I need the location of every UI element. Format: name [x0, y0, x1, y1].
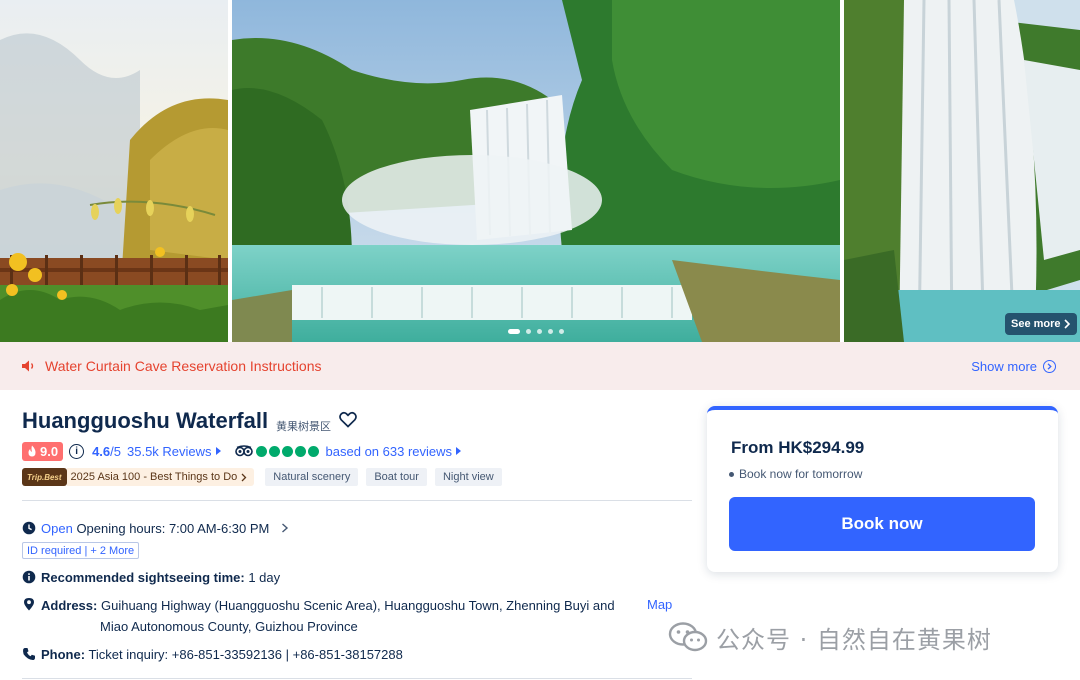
tripadvisor-bubble-4: [294, 445, 306, 457]
chevron-right-icon: [241, 473, 247, 481]
price-from: From HK$294.99: [731, 438, 865, 457]
flame-icon: [28, 445, 36, 457]
gallery-dot-4[interactable]: [548, 329, 553, 334]
user-rating-value: 4.6: [92, 443, 111, 459]
phone-value: Ticket inquiry: +86-851-33592136 | +86-8…: [88, 646, 403, 662]
book-now-button[interactable]: Book now: [729, 497, 1035, 551]
booking-note-text: Book now for tomorrow: [739, 467, 863, 481]
gallery-photo-side-waterfall[interactable]: [844, 0, 1080, 342]
tag-natural-scenery[interactable]: Natural scenery: [265, 468, 359, 486]
trip-score-badge: 9.0: [22, 441, 64, 461]
sightseeing-time-row: Recommended sightseeing time: 1 day: [22, 568, 280, 586]
location-pin-icon: [24, 598, 34, 611]
reservation-notice-bar: Water Curtain Cave Reservation Instructi…: [0, 342, 1080, 390]
rating-row: 9.0 i 4.6 /5 35.5k Reviews based on 633 …: [22, 441, 462, 461]
chevron-right-icon: [1063, 319, 1070, 329]
gallery-photo-mist-valley[interactable]: [0, 0, 228, 342]
section-divider-bottom: [22, 678, 692, 679]
tripadvisor-reviews-link[interactable]: based on 633 reviews: [326, 444, 452, 459]
opening-hours-row[interactable]: Open Opening hours: 7:00 AM-6:30 PM: [22, 519, 289, 537]
tripadvisor-bubble-5: [307, 445, 319, 457]
trip-score-value: 9.0: [40, 443, 59, 459]
booking-card: From HK$294.99 Book now for tomorrow Boo…: [707, 406, 1058, 572]
gallery-dot-2[interactable]: [526, 329, 531, 334]
attraction-title-chinese: 黄果树景区: [276, 421, 331, 433]
tripadvisor-bubbles: [255, 445, 319, 457]
tripadvisor-bubble-3: [281, 445, 293, 457]
tag-row: Trip.Best 2025 Asia 100 - Best Things to…: [22, 467, 502, 487]
address-line-2: Miao Autonomous County, Guizhou Province: [100, 619, 358, 634]
section-divider: [22, 500, 692, 501]
phone-row: Phone: Ticket inquiry: +86-851-33592136 …: [22, 645, 403, 663]
gallery-photo-main-waterfall[interactable]: [232, 0, 840, 342]
phone-label: Phone:: [41, 646, 86, 662]
see-more-label: See more: [1011, 318, 1061, 330]
open-status: Open: [41, 520, 73, 536]
gallery-dot-5[interactable]: [559, 329, 564, 334]
tripadvisor-bubble-2: [268, 445, 280, 457]
wechat-logo-icon: [668, 622, 708, 652]
map-link[interactable]: Map: [647, 597, 672, 612]
notice-text[interactable]: Water Curtain Cave Reservation Instructi…: [45, 358, 321, 374]
info-filled-icon: [22, 570, 36, 584]
favorite-heart-icon[interactable]: [339, 411, 357, 428]
triangle-right-icon: [456, 447, 462, 455]
booking-note: Book now for tomorrow: [729, 467, 862, 481]
trip-best-badge: Trip.Best: [22, 468, 67, 486]
info-icon[interactable]: i: [69, 443, 85, 459]
address-line-1: Guihuang Highway (Huangguoshu Scenic Are…: [100, 598, 615, 613]
requirements-badge[interactable]: ID required | + 2 More: [22, 542, 140, 559]
show-more-label: Show more: [971, 359, 1037, 374]
sightseeing-label: Recommended sightseeing time:: [41, 569, 245, 585]
see-more-photos-button[interactable]: See more: [1005, 313, 1077, 335]
photo-gallery[interactable]: See more: [0, 0, 1080, 342]
gallery-dot-3[interactable]: [537, 329, 542, 334]
chevron-right-icon: [282, 523, 289, 533]
trip-best-ranking-link[interactable]: 2025 Asia 100 - Best Things to Do: [66, 468, 255, 486]
attraction-title: Huangguoshu Waterfall: [22, 408, 269, 433]
watermark-text: 公众号 · 自然自在黄果树: [716, 625, 992, 654]
tag-boat-tour[interactable]: Boat tour: [366, 468, 427, 486]
address-label: Address:: [41, 598, 98, 613]
opening-hours: Opening hours: 7:00 AM-6:30 PM: [76, 520, 270, 536]
circle-chevron-right-icon: [1043, 360, 1056, 373]
gallery-dot-1[interactable]: [508, 329, 520, 334]
show-more-link[interactable]: Show more: [971, 359, 1056, 374]
clock-icon: [22, 521, 36, 535]
tag-night-view[interactable]: Night view: [434, 468, 502, 486]
address-row: Address: Guihuang Highway (Huangguoshu S…: [22, 595, 622, 637]
user-rating-scale: /5: [110, 443, 121, 459]
speaker-icon: [22, 360, 34, 372]
tripadvisor-owl-icon: [234, 445, 253, 457]
reviews-link[interactable]: 35.5k Reviews: [127, 444, 212, 459]
wechat-watermark: 公众号 · 自然自在黄果树: [668, 620, 992, 654]
trip-best-ranking-label: 2025 Asia 100 - Best Things to Do: [70, 471, 238, 483]
triangle-right-icon: [215, 447, 221, 455]
tripadvisor-bubble-1: [255, 445, 267, 457]
phone-icon: [23, 648, 35, 660]
bullet-icon: [729, 471, 734, 477]
gallery-pagination-dots: [508, 329, 564, 334]
sightseeing-value: 1 day: [248, 569, 281, 585]
